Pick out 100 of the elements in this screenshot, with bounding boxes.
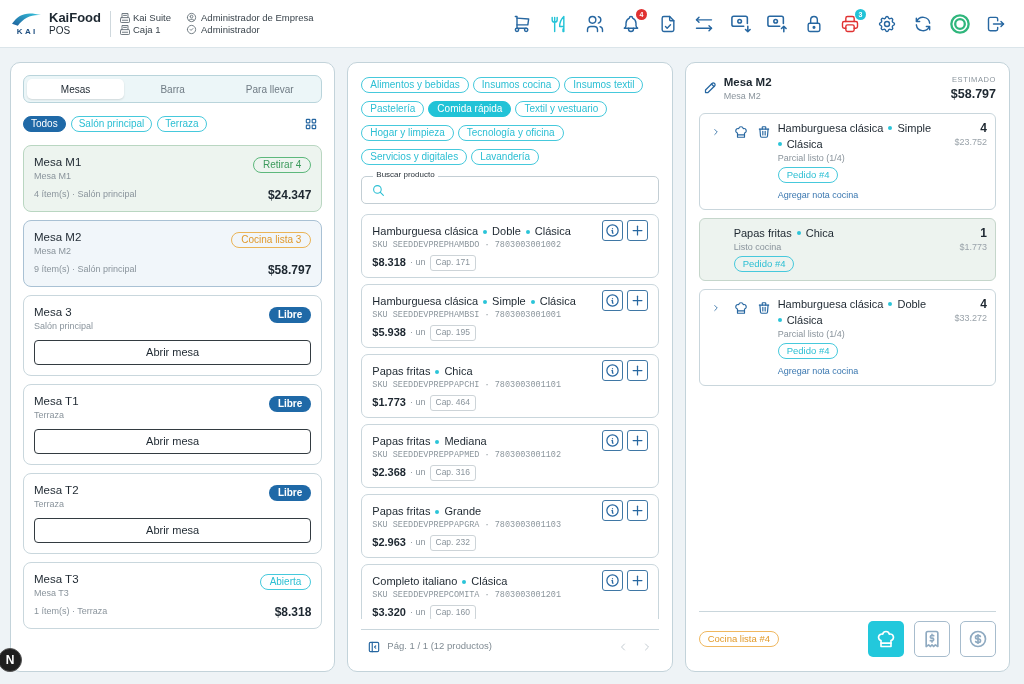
- table-card[interactable]: Mesa T2 Terraza Libre Abrir mesa: [23, 473, 323, 554]
- unit-label: · un: [410, 255, 426, 269]
- trash-icon[interactable]: [756, 301, 771, 315]
- unit-label: · un: [410, 535, 426, 549]
- variant-name: Simple: [897, 121, 932, 136]
- table-name: Mesa T1: [34, 394, 79, 409]
- variant-name: Clásica: [786, 137, 823, 152]
- sku-text: SKU SEEDDEVPREPCOMITA · 7803003001201: [372, 589, 563, 601]
- sku-text: SKU SEEDDEVPREPPAPCHI · 7803003001101: [372, 379, 563, 391]
- users-icon[interactable]: [584, 13, 605, 34]
- sku-text: SKU SEEDDEVPREPPAPMED · 7803003001102: [372, 449, 563, 461]
- user-circle-icon: [186, 12, 198, 23]
- suite-name: Kai Suite: [133, 12, 172, 23]
- table-subtitle: Salón principal: [34, 320, 94, 332]
- item-quantity: 4: [980, 296, 987, 312]
- settings-icon[interactable]: [876, 13, 897, 34]
- status-badge: Libre: [268, 307, 312, 323]
- table-name: Mesa M2: [34, 230, 82, 245]
- kitchen-status: Parcial listo (1/4): [777, 152, 845, 164]
- item-quantity: 4: [980, 120, 987, 136]
- register-icon: [120, 12, 130, 23]
- variant-name: Doble: [492, 224, 521, 239]
- table-total: $8.318: [274, 603, 312, 621]
- table-subtitle: Mesa T3: [34, 587, 70, 599]
- sku-text: SKU SEEDDEVPREPHAMBSI · 7803003001001: [372, 309, 563, 321]
- add-kitchen-note-link[interactable]: Agregar nota cocina: [777, 365, 859, 377]
- sku-text: SKU SEEDDEVPREPHAMBDO · 7803003001002: [372, 239, 563, 251]
- unit-label: · un: [410, 465, 426, 479]
- table-name: Mesa 3: [34, 305, 73, 320]
- variant-name: Clásica: [471, 574, 508, 589]
- variant-name: Clásica: [539, 294, 576, 309]
- table-subtitle: Mesa M2: [34, 245, 72, 257]
- product-price: $3.320: [372, 605, 406, 619]
- logo-text: KAI: [15, 27, 38, 36]
- stock-tag: Cap. 316: [429, 464, 476, 481]
- banknote-arrow-up-icon[interactable]: [767, 13, 787, 34]
- table-card[interactable]: Mesa M2 Mesa M2 Cocina lista 3 9 ítem(s) · Salón principal $58.797: [23, 220, 323, 287]
- open-table-button[interactable]: Abrir mesa: [34, 429, 312, 454]
- unit-label: · un: [410, 395, 426, 409]
- pencil-icon[interactable]: [702, 80, 718, 95]
- search-label: Buscar producto: [373, 170, 438, 180]
- check-circle-icon: [186, 24, 198, 35]
- table-name: Mesa T2: [34, 483, 79, 498]
- product-name: Papas fritas: [733, 226, 792, 241]
- open-table-button[interactable]: Abrir mesa: [34, 340, 312, 365]
- product-name: Completo italiano: [372, 574, 458, 589]
- table-card[interactable]: Mesa T1 Terraza Libre Abrir mesa: [23, 384, 323, 465]
- product-price: $5.938: [372, 325, 406, 341]
- view-tab[interactable]: Mesas: [27, 79, 125, 99]
- item-summary: 1 ítem(s) · Terraza: [34, 604, 108, 618]
- order-title: Mesa M2: [723, 75, 772, 89]
- table-name: Mesa M1: [34, 155, 82, 170]
- view-tab[interactable]: Para llevar: [221, 79, 319, 99]
- stock-tag: Cap. 171: [429, 254, 476, 271]
- stock-tag: Cap. 232: [429, 534, 476, 551]
- product-name: Hamburguesa clásica: [777, 121, 884, 136]
- item-summary: 4 ítem(s) · Salón principal: [34, 187, 137, 201]
- item-price: $33.272: [954, 312, 987, 324]
- app-name: KaiFood: [49, 10, 101, 25]
- product-price: $2.963: [372, 535, 406, 551]
- status-badge: Libre: [268, 396, 312, 412]
- item-price: $23.752: [954, 136, 987, 148]
- order-total: $58.797: [950, 87, 996, 102]
- variant-name: Chica: [805, 226, 834, 241]
- register-name: Caja 1: [133, 24, 161, 35]
- kitchen-status: Parcial listo (1/4): [777, 328, 845, 340]
- stock-tag: Cap. 160: [429, 604, 476, 619]
- product-name: Papas fritas: [372, 434, 431, 449]
- banknote-arrow-down-icon[interactable]: [730, 13, 751, 34]
- sidebar-collapse-icon[interactable]: [367, 639, 382, 654]
- table-card[interactable]: Mesa 3 Salón principal Libre Abrir mesa: [23, 295, 323, 376]
- stock-tag: Cap. 464: [429, 394, 476, 411]
- product-name: Hamburguesa clásica: [777, 297, 884, 312]
- product-name: Papas fritas: [372, 504, 431, 519]
- product-price: $1.773: [372, 395, 406, 411]
- variant-name: Doble: [897, 297, 927, 312]
- grid-view-icon[interactable]: [304, 117, 319, 131]
- user-role: Administrador: [201, 24, 260, 35]
- product-name: Hamburguesa clásica: [372, 294, 479, 309]
- view-tab[interactable]: Barra: [124, 79, 222, 99]
- trash-icon[interactable]: [756, 125, 771, 139]
- zone-chip[interactable]: Todos: [23, 116, 66, 132]
- table-card[interactable]: Mesa T3 Mesa T3 Abierta 1 ítem(s) · Terraza $8.318: [23, 562, 323, 629]
- table-card[interactable]: Mesa M1 Mesa M1 Retirar 4 4 ítem(s) · Salón principal $24.347: [23, 145, 323, 212]
- add-kitchen-note-link[interactable]: Agregar nota cocina: [777, 189, 859, 201]
- variant-name: Grande: [444, 504, 482, 519]
- table-subtitle: Terraza: [34, 498, 65, 510]
- variant-name: Clásica: [534, 224, 571, 239]
- order-subtitle: Mesa M2: [723, 90, 762, 102]
- item-quantity: 1: [980, 225, 987, 241]
- ring-icon[interactable]: [949, 13, 970, 34]
- dev-tools-button[interactable]: N: [0, 648, 22, 672]
- sku-text: SKU SEEDDEVPREPPAPGRA · 7803003001103: [372, 519, 563, 531]
- chef-hat-icon[interactable]: [733, 125, 748, 139]
- printer-icon[interactable]: [840, 13, 860, 34]
- bell-icon[interactable]: [621, 13, 641, 34]
- chef-hat-icon[interactable]: [733, 301, 748, 315]
- variant-name: Chica: [444, 364, 473, 379]
- open-table-button[interactable]: Abrir mesa: [34, 518, 312, 543]
- item-summary: 9 ítem(s) · Salón principal: [34, 262, 137, 276]
